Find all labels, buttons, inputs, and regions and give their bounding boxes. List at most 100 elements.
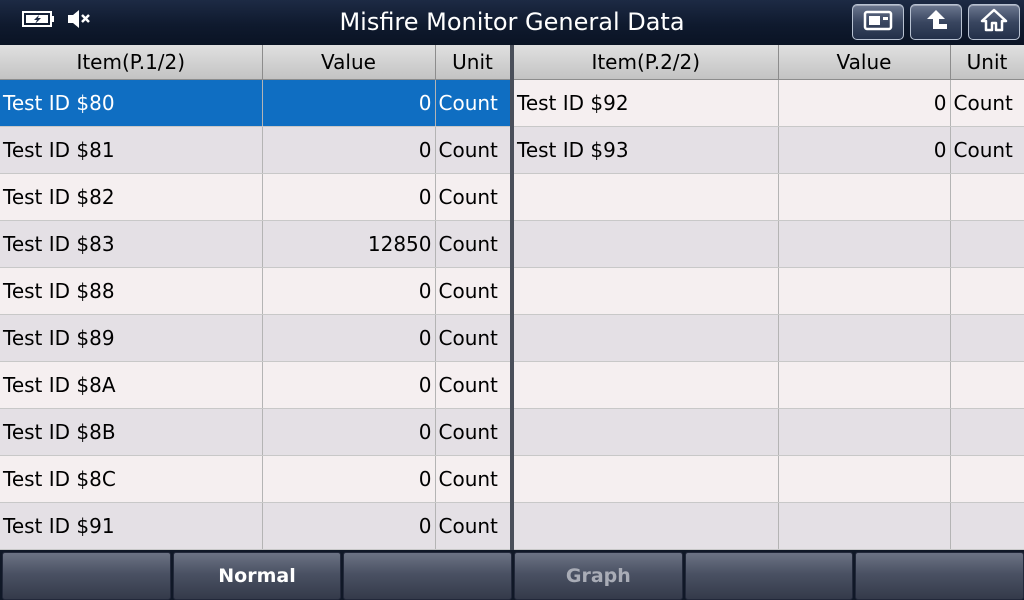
row-item: Test ID $92 [514, 79, 779, 127]
table-row[interactable]: Test ID $8B 0 Count [0, 408, 511, 456]
row-value: 0 [262, 267, 436, 315]
row-value: 12850 [262, 220, 436, 268]
row-value [778, 267, 951, 315]
row-item: Test ID $91 [0, 502, 263, 550]
row-item [514, 455, 779, 503]
table-row[interactable]: Test ID $83 12850 Count [0, 220, 511, 268]
toolbar-button-1[interactable] [2, 552, 171, 600]
row-item: Test ID $88 [0, 267, 263, 315]
table-row[interactable] [514, 361, 1024, 409]
row-value: 0 [262, 126, 436, 174]
column-header-item[interactable]: Item(P.2/2) [514, 45, 779, 80]
table-header-row: Item(P.2/2) Value Unit [514, 45, 1024, 80]
column-header-unit[interactable]: Unit [950, 45, 1024, 80]
row-value: 0 [262, 314, 436, 362]
row-item: Test ID $8B [0, 408, 263, 456]
table-row[interactable]: Test ID $88 0 Count [0, 267, 511, 315]
row-unit: Count [950, 126, 1024, 174]
row-value: 0 [262, 455, 436, 503]
toolbar-button-3[interactable] [343, 552, 513, 600]
row-unit: Count [435, 126, 511, 174]
row-value [778, 361, 951, 409]
row-unit [950, 220, 1024, 268]
row-unit: Count [435, 455, 511, 503]
row-unit: Count [435, 314, 511, 362]
row-item: Test ID $89 [0, 314, 263, 362]
row-value: 0 [262, 79, 436, 127]
row-unit [950, 408, 1024, 456]
table-row[interactable] [514, 455, 1024, 503]
camera-icon [863, 9, 893, 35]
column-header-unit[interactable]: Unit [435, 45, 511, 80]
row-item: Test ID $81 [0, 126, 263, 174]
row-item: Test ID $8A [0, 361, 263, 409]
back-arrow-icon [922, 8, 950, 36]
row-item: Test ID $83 [0, 220, 263, 268]
back-button[interactable] [910, 4, 962, 40]
row-item: Test ID $80 [0, 79, 263, 127]
row-value [778, 173, 951, 221]
table-row[interactable]: Test ID $82 0 Count [0, 173, 511, 221]
row-value: 0 [262, 361, 436, 409]
table-row[interactable]: Test ID $93 0 Count [514, 126, 1024, 174]
table-row[interactable]: Test ID $8C 0 Count [0, 455, 511, 503]
row-value [778, 220, 951, 268]
row-unit: Count [435, 408, 511, 456]
row-item [514, 173, 779, 221]
table-row[interactable]: Test ID $80 0 Count [0, 79, 511, 127]
table-row[interactable] [514, 220, 1024, 268]
row-unit [950, 502, 1024, 550]
row-item: Test ID $8C [0, 455, 263, 503]
table-row[interactable] [514, 408, 1024, 456]
column-header-item[interactable]: Item(P.1/2) [0, 45, 263, 80]
bottom-toolbar: Normal Graph [0, 550, 1024, 600]
graph-button[interactable]: Graph [514, 552, 683, 600]
row-unit: Count [435, 79, 511, 127]
table-row[interactable]: Test ID $8A 0 Count [0, 361, 511, 409]
row-value [778, 502, 951, 550]
row-unit: Count [435, 502, 511, 550]
row-unit [950, 455, 1024, 503]
row-value [778, 455, 951, 503]
row-unit: Count [435, 361, 511, 409]
table-row[interactable]: Test ID $89 0 Count [0, 314, 511, 362]
row-unit: Count [435, 267, 511, 315]
row-unit: Count [435, 173, 511, 221]
table-row[interactable] [514, 267, 1024, 315]
toolbar-button-5[interactable] [684, 552, 854, 600]
row-value: 0 [262, 173, 436, 221]
row-value [778, 314, 951, 362]
table-header-row: Item(P.1/2) Value Unit [0, 45, 511, 80]
row-value: 0 [778, 79, 951, 127]
row-item [514, 408, 779, 456]
left-data-table: Item(P.1/2) Value Unit Test ID $80 0 Cou… [0, 45, 511, 550]
title-bar: Misfire Monitor General Data [0, 0, 1024, 46]
row-item [514, 314, 779, 362]
table-row[interactable]: Test ID $91 0 Count [0, 502, 511, 550]
right-data-table: Item(P.2/2) Value Unit Test ID $92 0 Cou… [514, 45, 1024, 550]
row-unit [950, 314, 1024, 362]
home-icon [980, 8, 1008, 36]
right-data-panel: Item(P.2/2) Value Unit Test ID $92 0 Cou… [514, 45, 1024, 550]
table-row[interactable] [514, 314, 1024, 362]
row-item [514, 361, 779, 409]
column-header-value[interactable]: Value [778, 45, 951, 80]
row-value: 0 [778, 126, 951, 174]
row-unit [950, 361, 1024, 409]
table-row[interactable]: Test ID $92 0 Count [514, 79, 1024, 127]
row-item [514, 502, 779, 550]
home-button[interactable] [968, 4, 1020, 40]
normal-button[interactable]: Normal [172, 552, 342, 600]
toolbar-button-6[interactable] [855, 552, 1024, 600]
table-row[interactable] [514, 173, 1024, 221]
table-row[interactable]: Test ID $81 0 Count [0, 126, 511, 174]
row-value: 0 [262, 502, 436, 550]
left-data-panel: Item(P.1/2) Value Unit Test ID $80 0 Cou… [0, 45, 511, 550]
row-unit [950, 267, 1024, 315]
row-unit: Count [950, 79, 1024, 127]
table-row[interactable] [514, 502, 1024, 550]
row-unit [950, 173, 1024, 221]
column-header-value[interactable]: Value [262, 45, 436, 80]
row-unit: Count [435, 220, 511, 268]
screenshot-button[interactable] [852, 4, 904, 40]
